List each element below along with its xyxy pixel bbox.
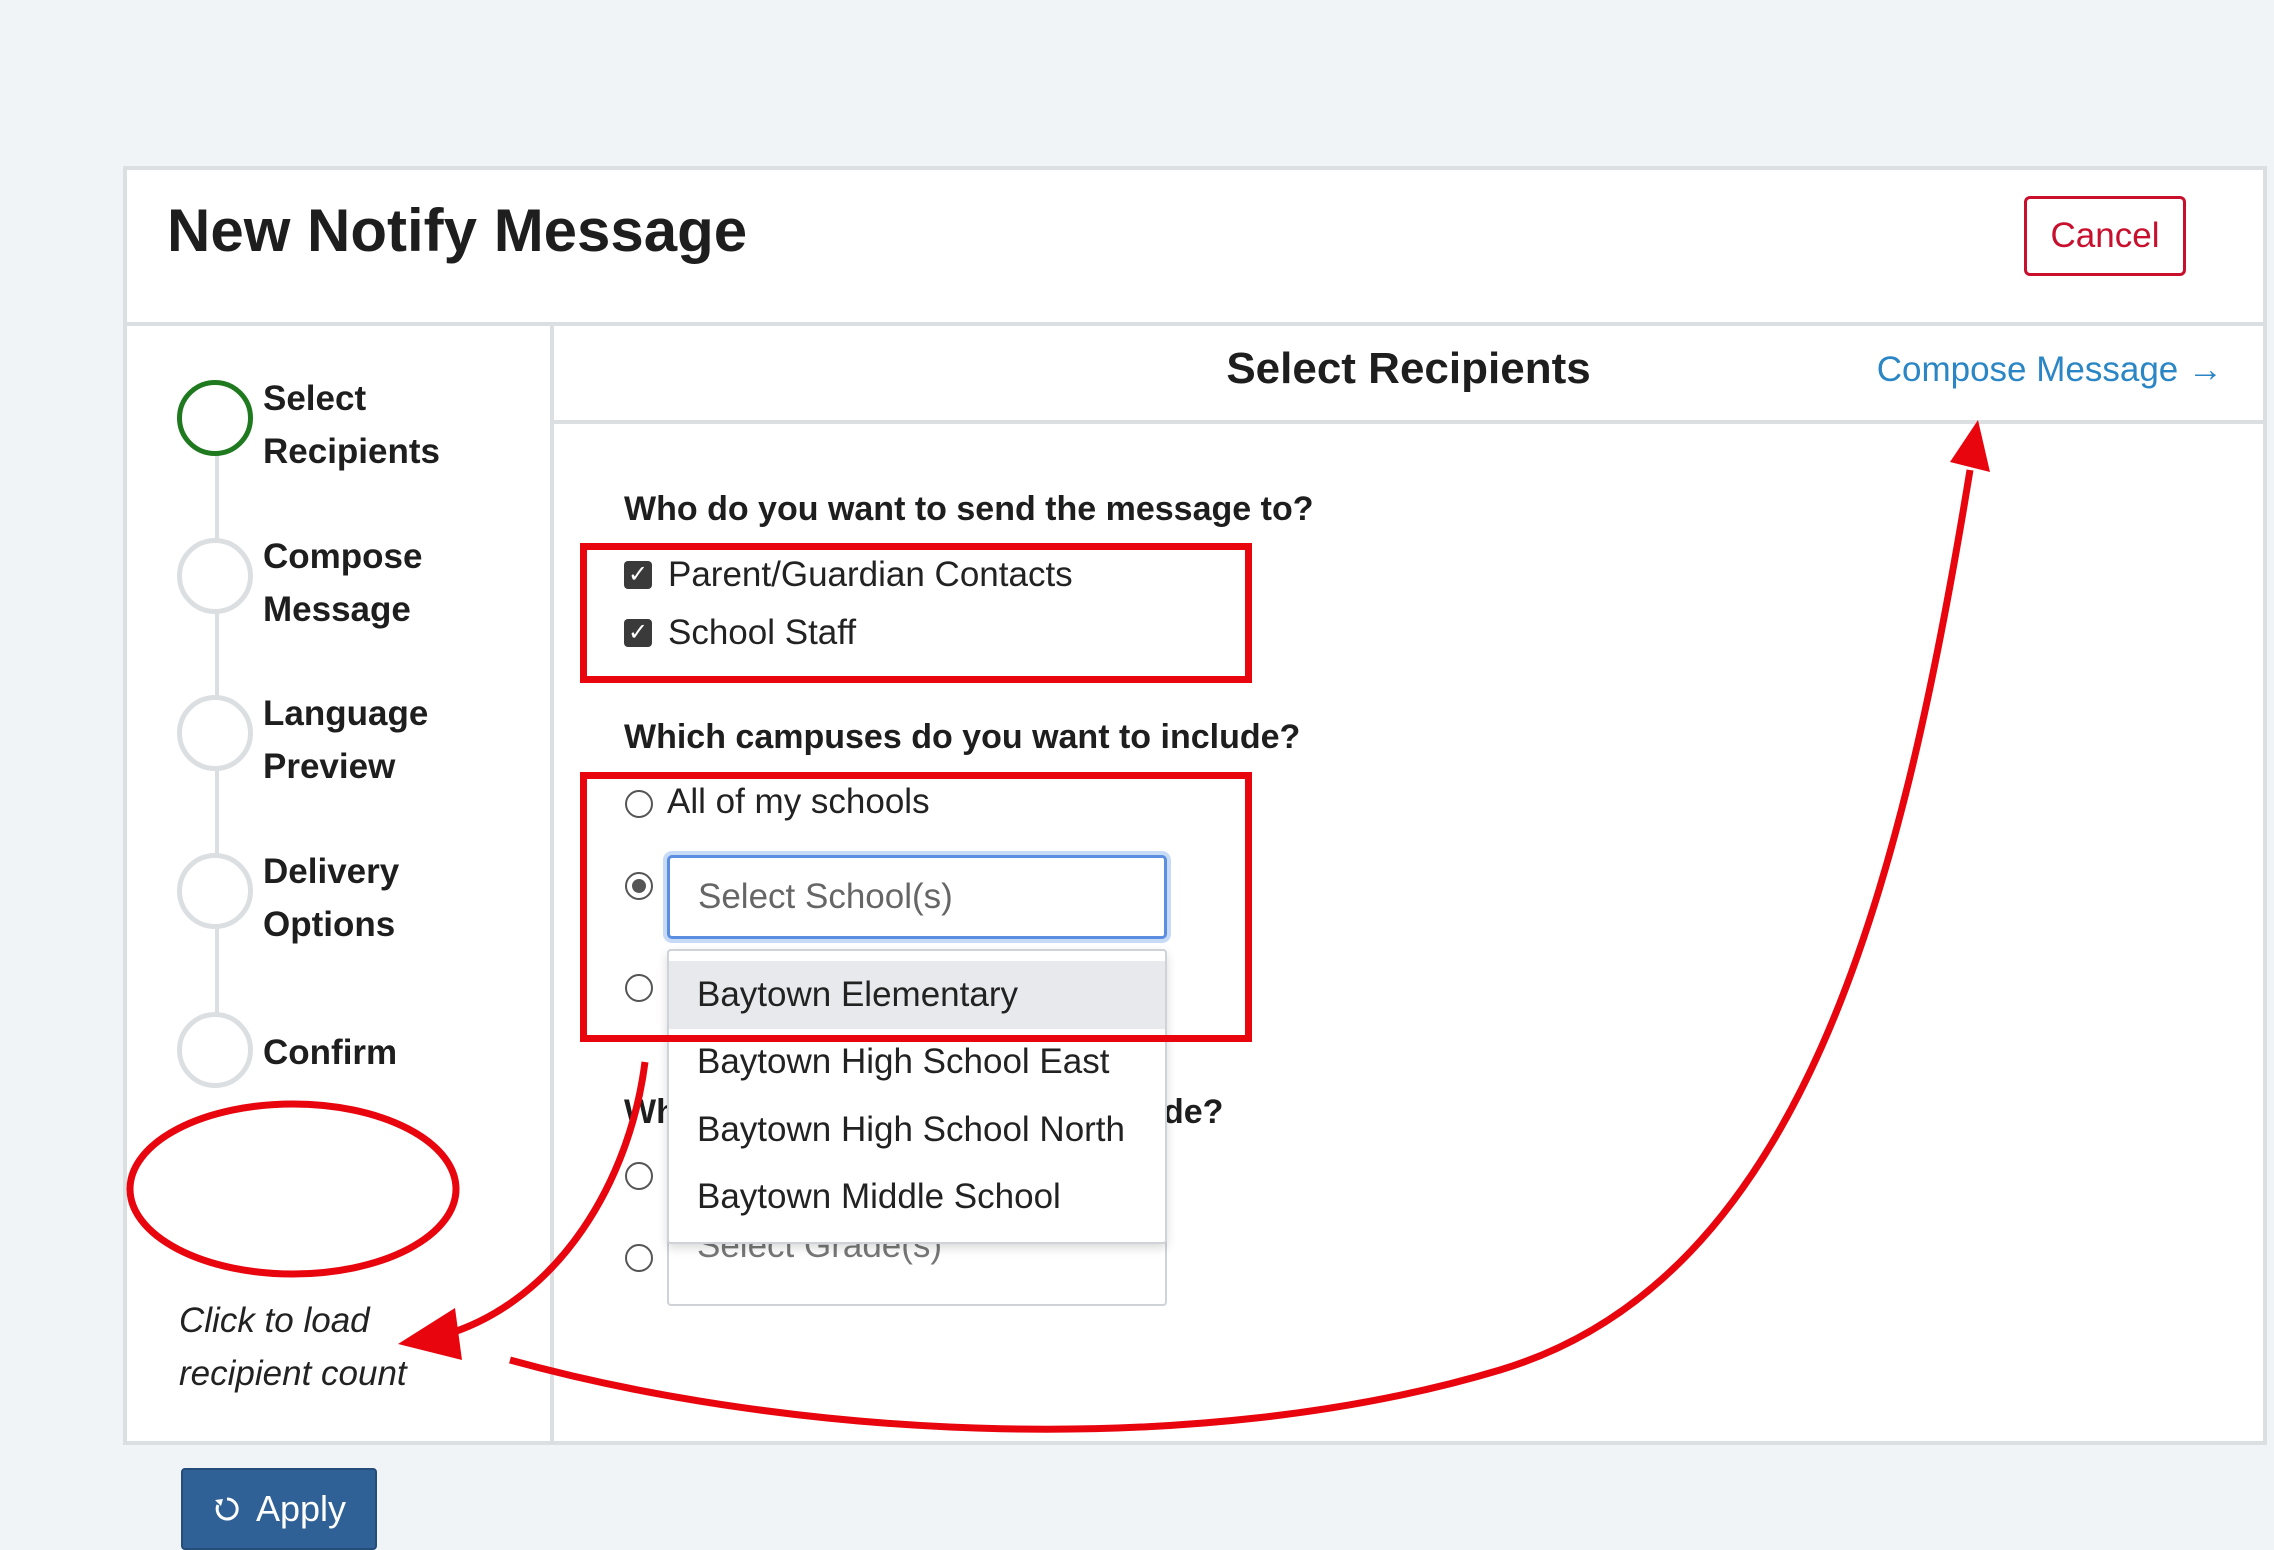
apply-label: Apply bbox=[255, 1488, 347, 1529]
step-circle-active bbox=[177, 380, 253, 456]
check-icon[interactable]: ✓ bbox=[624, 619, 652, 647]
apply-button[interactable]: Apply bbox=[181, 1468, 377, 1550]
page-title: New Notify Message bbox=[167, 197, 748, 264]
check-icon[interactable]: ✓ bbox=[624, 561, 652, 589]
dropdown-option[interactable]: Baytown Middle School bbox=[669, 1163, 1165, 1231]
dropdown-option[interactable]: Baytown High School East bbox=[669, 1028, 1165, 1096]
option-all-schools-label: All of my schools bbox=[667, 782, 930, 821]
radio-select-grades[interactable] bbox=[625, 1244, 653, 1272]
step-circle bbox=[177, 538, 253, 614]
section-header: Select Recipients Compose Message → bbox=[554, 326, 2263, 424]
step-circle bbox=[177, 1012, 253, 1088]
school-dropdown-list: Baytown Elementary Baytown High School E… bbox=[667, 949, 1167, 1244]
dropdown-option[interactable]: Baytown Elementary bbox=[669, 961, 1165, 1029]
school-select-input[interactable]: Select School(s) bbox=[667, 855, 1167, 939]
option-school-staff[interactable]: ✓ School Staff bbox=[624, 613, 856, 653]
option-label: School Staff bbox=[668, 613, 857, 652]
dropdown-option[interactable]: Baytown High School North bbox=[669, 1096, 1165, 1164]
step-label: Confirm bbox=[263, 1033, 398, 1072]
radio-all-grades[interactable] bbox=[625, 1162, 653, 1190]
cancel-button[interactable]: Cancel bbox=[2024, 196, 2186, 276]
notify-panel: New Notify Message Cancel Select Recipien… bbox=[123, 166, 2267, 1550]
question-recipients: Who do you want to send the message to? bbox=[624, 490, 1314, 528]
refresh-icon bbox=[214, 1497, 239, 1521]
question-campuses: Which campuses do you want to include? bbox=[624, 718, 1301, 756]
radio-all-schools[interactable] bbox=[625, 790, 653, 818]
step-label: Delivery Options bbox=[263, 852, 400, 944]
radio-option-3[interactable] bbox=[625, 974, 653, 1002]
step-circle bbox=[177, 853, 253, 929]
step-label: Compose Message bbox=[263, 537, 423, 629]
radio-select-schools[interactable] bbox=[625, 872, 653, 900]
recipient-count-note: Click to load recipient count bbox=[179, 1301, 407, 1393]
option-parent-guardian[interactable]: ✓ Parent/Guardian Contacts bbox=[624, 555, 1073, 595]
step-circle bbox=[177, 695, 253, 771]
stepper: Select Recipients Compose Message Language… bbox=[127, 326, 554, 1550]
question-grades-partial-right: de? bbox=[1163, 1093, 1224, 1131]
step-label: Select Recipients bbox=[263, 379, 440, 471]
compose-message-link[interactable]: Compose Message → bbox=[1877, 350, 2223, 390]
option-label: Parent/Guardian Contacts bbox=[668, 555, 1073, 594]
panel-header: New Notify Message Cancel bbox=[127, 170, 2263, 326]
step-label: Language Preview bbox=[263, 694, 429, 786]
